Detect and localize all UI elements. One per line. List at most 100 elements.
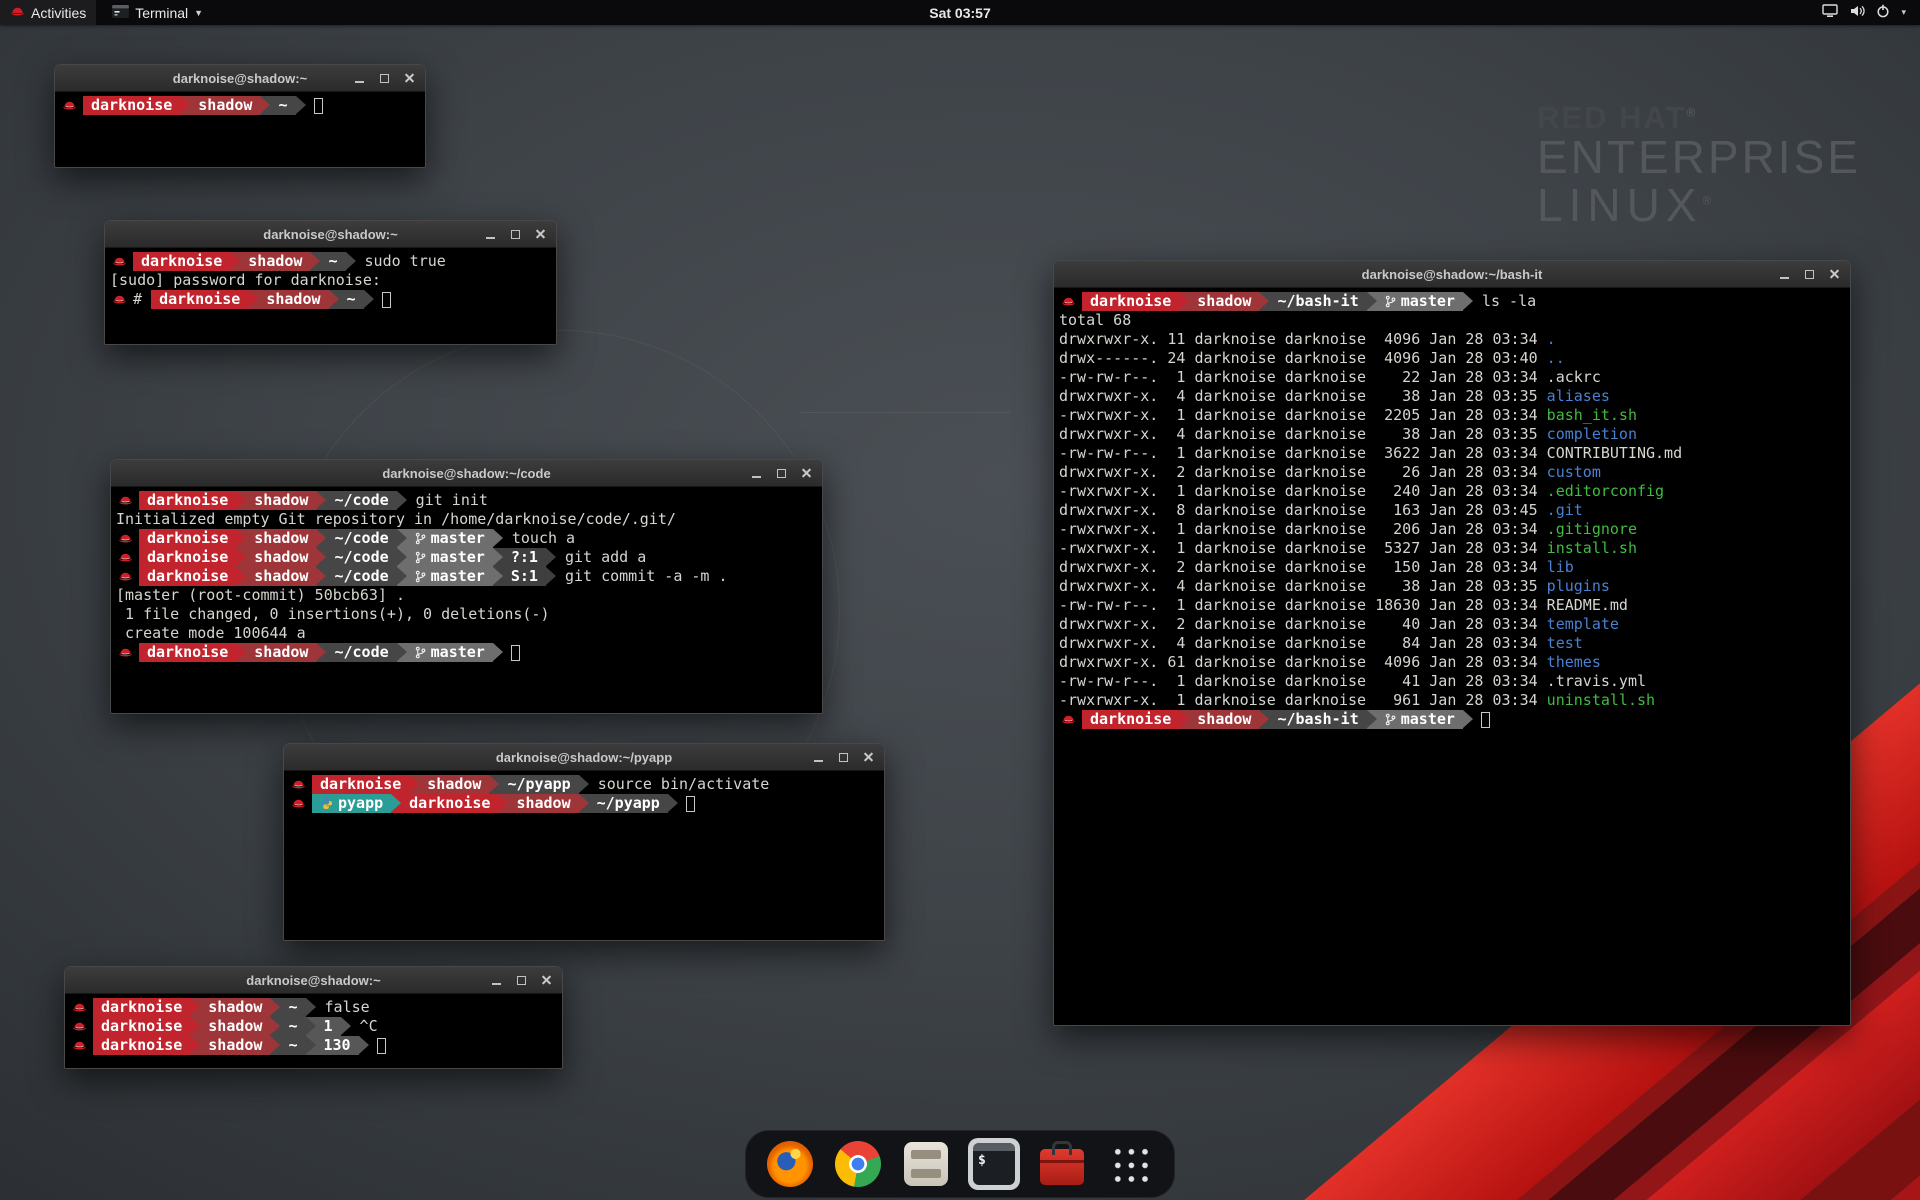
clock[interactable]: Sat 03:57: [929, 5, 990, 21]
titlebar[interactable]: darknoise@shadow:~/code: [111, 460, 822, 487]
terminal-line: drwxrwxr-x. 11 darknoise darknoise 4096 …: [1059, 330, 1845, 349]
powerline-separator: [1463, 710, 1473, 729]
prompt-redhat-icon: [118, 550, 133, 565]
prompt-segment-branch: master: [407, 643, 493, 662]
prompt-segment-path: ~/bash-it: [1269, 292, 1366, 311]
minimize-button[interactable]: [490, 974, 503, 987]
desktop[interactable]: RED HAT® ENTERPRISE LINUX® Activities Te…: [0, 0, 1920, 1200]
terminal-text: .: [1547, 330, 1556, 349]
terminal-text: plugins: [1547, 577, 1610, 596]
prompt-redhat-icon: [62, 98, 77, 113]
maximize-button[interactable]: [515, 974, 528, 987]
display-icon: [1822, 4, 1838, 21]
terminal-line: darknoiseshadow~/bash-itmaster ls -la: [1059, 292, 1845, 311]
system-status-area[interactable]: ▾: [1808, 0, 1920, 25]
minimize-button[interactable]: [484, 228, 497, 241]
prompt-segment-host: shadow: [200, 1036, 270, 1055]
titlebar[interactable]: darknoise@shadow:~: [65, 967, 562, 994]
prompt-segment-user: darknoise: [93, 1017, 190, 1036]
terminal-icon-glyph: $: [978, 1153, 986, 1168]
maximize-button[interactable]: [378, 72, 391, 85]
terminal-line: -rw-rw-r--. 1 darknoise darknoise 22 Jan…: [1059, 368, 1845, 387]
maximize-button[interactable]: [1803, 268, 1816, 281]
maximize-button[interactable]: [775, 467, 788, 480]
titlebar[interactable]: darknoise@shadow:~/pyapp: [284, 744, 884, 771]
dock-item-toolbox[interactable]: [1036, 1138, 1088, 1190]
prompt-segment-host: shadow: [246, 529, 316, 548]
dock-item-chrome[interactable]: [832, 1138, 884, 1190]
window-title: darknoise@shadow:~/bash-it: [1362, 267, 1543, 282]
powerline-separator: [316, 643, 326, 662]
powerline-separator: [316, 491, 326, 510]
prompt-segment-path: ~/code: [326, 548, 396, 567]
terminal-text: -rwxrwxr-x. 1 darknoise darknoise 5327 J…: [1059, 539, 1547, 558]
dock-item-files[interactable]: [900, 1138, 952, 1190]
terminal-line: -rwxrwxr-x. 1 darknoise darknoise 206 Ja…: [1059, 520, 1845, 539]
terminal-line: drwxrwxr-x. 4 darknoise darknoise 38 Jan…: [1059, 577, 1845, 596]
terminal-text: drwxrwxr-x. 4 darknoise darknoise 84 Jan…: [1059, 634, 1547, 653]
terminal-window-sudo[interactable]: darknoise@shadow:~ darknoiseshadow~ sudo…: [104, 220, 557, 345]
terminal-screen[interactable]: darknoiseshadow~/code git initInitialize…: [111, 487, 822, 713]
terminal-window-exit-codes[interactable]: darknoise@shadow:~ darknoiseshadow~ fals…: [64, 966, 563, 1069]
terminal-screen[interactable]: darknoiseshadow~/pyapp source bin/activa…: [284, 771, 884, 940]
prompt-segment-user: darknoise: [93, 1036, 190, 1055]
terminal-screen[interactable]: darknoiseshadow~ sudo true[sudo] passwor…: [105, 248, 556, 344]
close-button[interactable]: [534, 228, 547, 241]
terminal-text: drwxrwxr-x. 4 darknoise darknoise 38 Jan…: [1059, 387, 1547, 406]
powerline-separator: [270, 1017, 280, 1036]
minimize-button[interactable]: [1778, 268, 1791, 281]
terminal-window-bash-it[interactable]: darknoise@shadow:~/bash-it darknoiseshad…: [1053, 260, 1851, 1026]
close-button[interactable]: [1828, 268, 1841, 281]
powerline-separator: [310, 252, 320, 271]
close-button[interactable]: [403, 72, 416, 85]
powerline-separator: [546, 567, 556, 586]
titlebar[interactable]: darknoise@shadow:~: [105, 221, 556, 248]
terminal-screen[interactable]: darknoiseshadow~ falsedarknoiseshadow~1 …: [65, 994, 562, 1068]
terminal-line: drwxrwxr-x. 4 darknoise darknoise 38 Jan…: [1059, 387, 1845, 406]
maximize-button[interactable]: [509, 228, 522, 241]
terminal-icon: $: [973, 1143, 1015, 1185]
prompt-segment-path: ~: [280, 998, 305, 1017]
dock-item-terminal[interactable]: $: [968, 1138, 1020, 1190]
prompt-segment-host: shadow: [246, 567, 316, 586]
prompt-segment-user: darknoise: [139, 548, 236, 567]
prompt-segment-user: darknoise: [133, 252, 230, 271]
powerline-separator: [236, 643, 246, 662]
activities-button[interactable]: Activities: [0, 0, 96, 25]
dock-item-firefox[interactable]: [764, 1138, 816, 1190]
powerline-separator: [409, 775, 419, 794]
chrome-icon: [835, 1141, 881, 1187]
close-button[interactable]: [800, 467, 813, 480]
prompt-segment-host: shadow: [200, 998, 270, 1017]
terminal-screen[interactable]: darknoiseshadow~: [55, 92, 425, 167]
minimize-button[interactable]: [353, 72, 366, 85]
prompt-segment-host: shadow: [246, 643, 316, 662]
terminal-text: drwxrwxr-x. 2 darknoise darknoise 26 Jan…: [1059, 463, 1547, 482]
titlebar[interactable]: darknoise@shadow:~: [55, 65, 425, 92]
terminal-window-home-a[interactable]: darknoise@shadow:~ darknoiseshadow~: [54, 64, 426, 168]
prompt-segment-path: ~: [320, 252, 345, 271]
close-button[interactable]: [540, 974, 553, 987]
terminal-window-pyapp[interactable]: darknoise@shadow:~/pyapp darknoiseshadow…: [283, 743, 885, 941]
git-branch-icon: [1385, 295, 1396, 308]
close-button[interactable]: [862, 751, 875, 764]
redhat-icon: [10, 4, 25, 22]
dock-item-show-applications[interactable]: [1104, 1138, 1156, 1190]
terminal-text: -rw-rw-r--. 1 darknoise darknoise 3622 J…: [1059, 444, 1682, 463]
prompt-segment-path: ~: [270, 96, 295, 115]
minimize-button[interactable]: [812, 751, 825, 764]
window-title: darknoise@shadow:~: [173, 71, 307, 86]
terminal-screen[interactable]: darknoiseshadow~/bash-itmaster ls -latot…: [1054, 288, 1850, 1025]
prompt-segment-path: ~/code: [326, 567, 396, 586]
titlebar[interactable]: darknoise@shadow:~/bash-it: [1054, 261, 1850, 288]
powerline-separator: [341, 1017, 351, 1036]
maximize-button[interactable]: [837, 751, 850, 764]
powerline-separator: [260, 96, 270, 115]
app-menu-terminal[interactable]: Terminal ▼: [102, 0, 213, 25]
terminal-window-code[interactable]: darknoise@shadow:~/code darknoise shadow ~…: [110, 459, 823, 714]
terminal-text: ls -la: [1473, 292, 1536, 311]
powerline-separator: [493, 567, 503, 586]
minimize-button[interactable]: [750, 467, 763, 480]
terminal-text: themes: [1547, 653, 1601, 672]
powerline-separator: [1179, 710, 1189, 729]
